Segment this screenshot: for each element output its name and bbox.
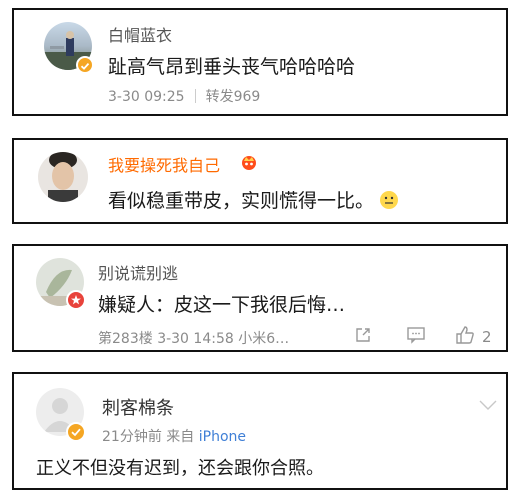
username[interactable]: 我要操死我自己 xyxy=(108,152,220,176)
comment-card-2: 我要操死我自己 看似稳重带皮，实则慌得一比。 xyxy=(12,138,508,224)
avatar-image-icon xyxy=(48,152,78,202)
comment-text: 趾高气昂到垂头丧气哈哈哈哈 xyxy=(108,56,356,78)
red-star-badge-icon xyxy=(66,290,86,310)
comment-text: 看似稳重带皮，实则慌得一比。 xyxy=(108,186,399,213)
post-meta: 21分钟前 来自 iPhone xyxy=(102,426,246,446)
like-icon[interactable] xyxy=(454,324,476,346)
share-icon[interactable] xyxy=(354,326,372,344)
username[interactable]: 白帽蓝衣 xyxy=(108,22,172,46)
divider xyxy=(194,89,196,103)
like-count: 2 xyxy=(482,328,492,346)
comment-card-3: 别说谎别逃 嫌疑人：皮这一下我很后悔… 第283楼 3-30 14:58 小米6… xyxy=(12,244,508,352)
time-ago: 21分钟前 xyxy=(102,429,162,445)
user-avatar[interactable] xyxy=(38,152,88,202)
comment-meta: 第283楼 3-30 14:58 小米6… xyxy=(98,328,289,348)
comment-meta: 3-30 09:25 转发969 xyxy=(108,86,260,106)
comment-card-1: 白帽蓝衣 趾高气昂到垂头丧气哈哈哈哈 3-30 09:25 转发969 xyxy=(12,8,508,116)
verified-badge-icon xyxy=(66,422,86,442)
crown-member-icon xyxy=(240,153,258,171)
comment-time: 3-30 09:25 xyxy=(108,89,185,105)
comment-icon[interactable] xyxy=(406,326,426,344)
username[interactable]: 刺客棉条 xyxy=(102,394,174,420)
comment-time: 3-30 14:58 xyxy=(157,331,234,347)
comment-card-4: 刺客棉条 21分钟前 来自 iPhone 正义不但没有迟到，还会跟你合照。 xyxy=(12,372,508,490)
verified-badge-icon xyxy=(76,56,94,74)
chevron-down-icon[interactable] xyxy=(478,396,498,410)
source-prefix: 来自 xyxy=(166,429,195,445)
floor-number: 第283楼 xyxy=(98,331,153,347)
comment-text-content: 看似稳重带皮，实则慌得一比。 xyxy=(108,190,375,212)
username[interactable]: 别说谎别逃 xyxy=(98,260,178,284)
source-link[interactable]: iPhone xyxy=(199,429,246,445)
comment-text: 嫌疑人：皮这一下我很后悔… xyxy=(98,294,346,316)
device-source: 小米6… xyxy=(238,331,290,347)
comment-text: 正义不但没有迟到，还会跟你合照。 xyxy=(36,458,324,479)
repost-count[interactable]: 转发969 xyxy=(206,89,261,105)
nervous-emoji-icon xyxy=(380,191,399,209)
